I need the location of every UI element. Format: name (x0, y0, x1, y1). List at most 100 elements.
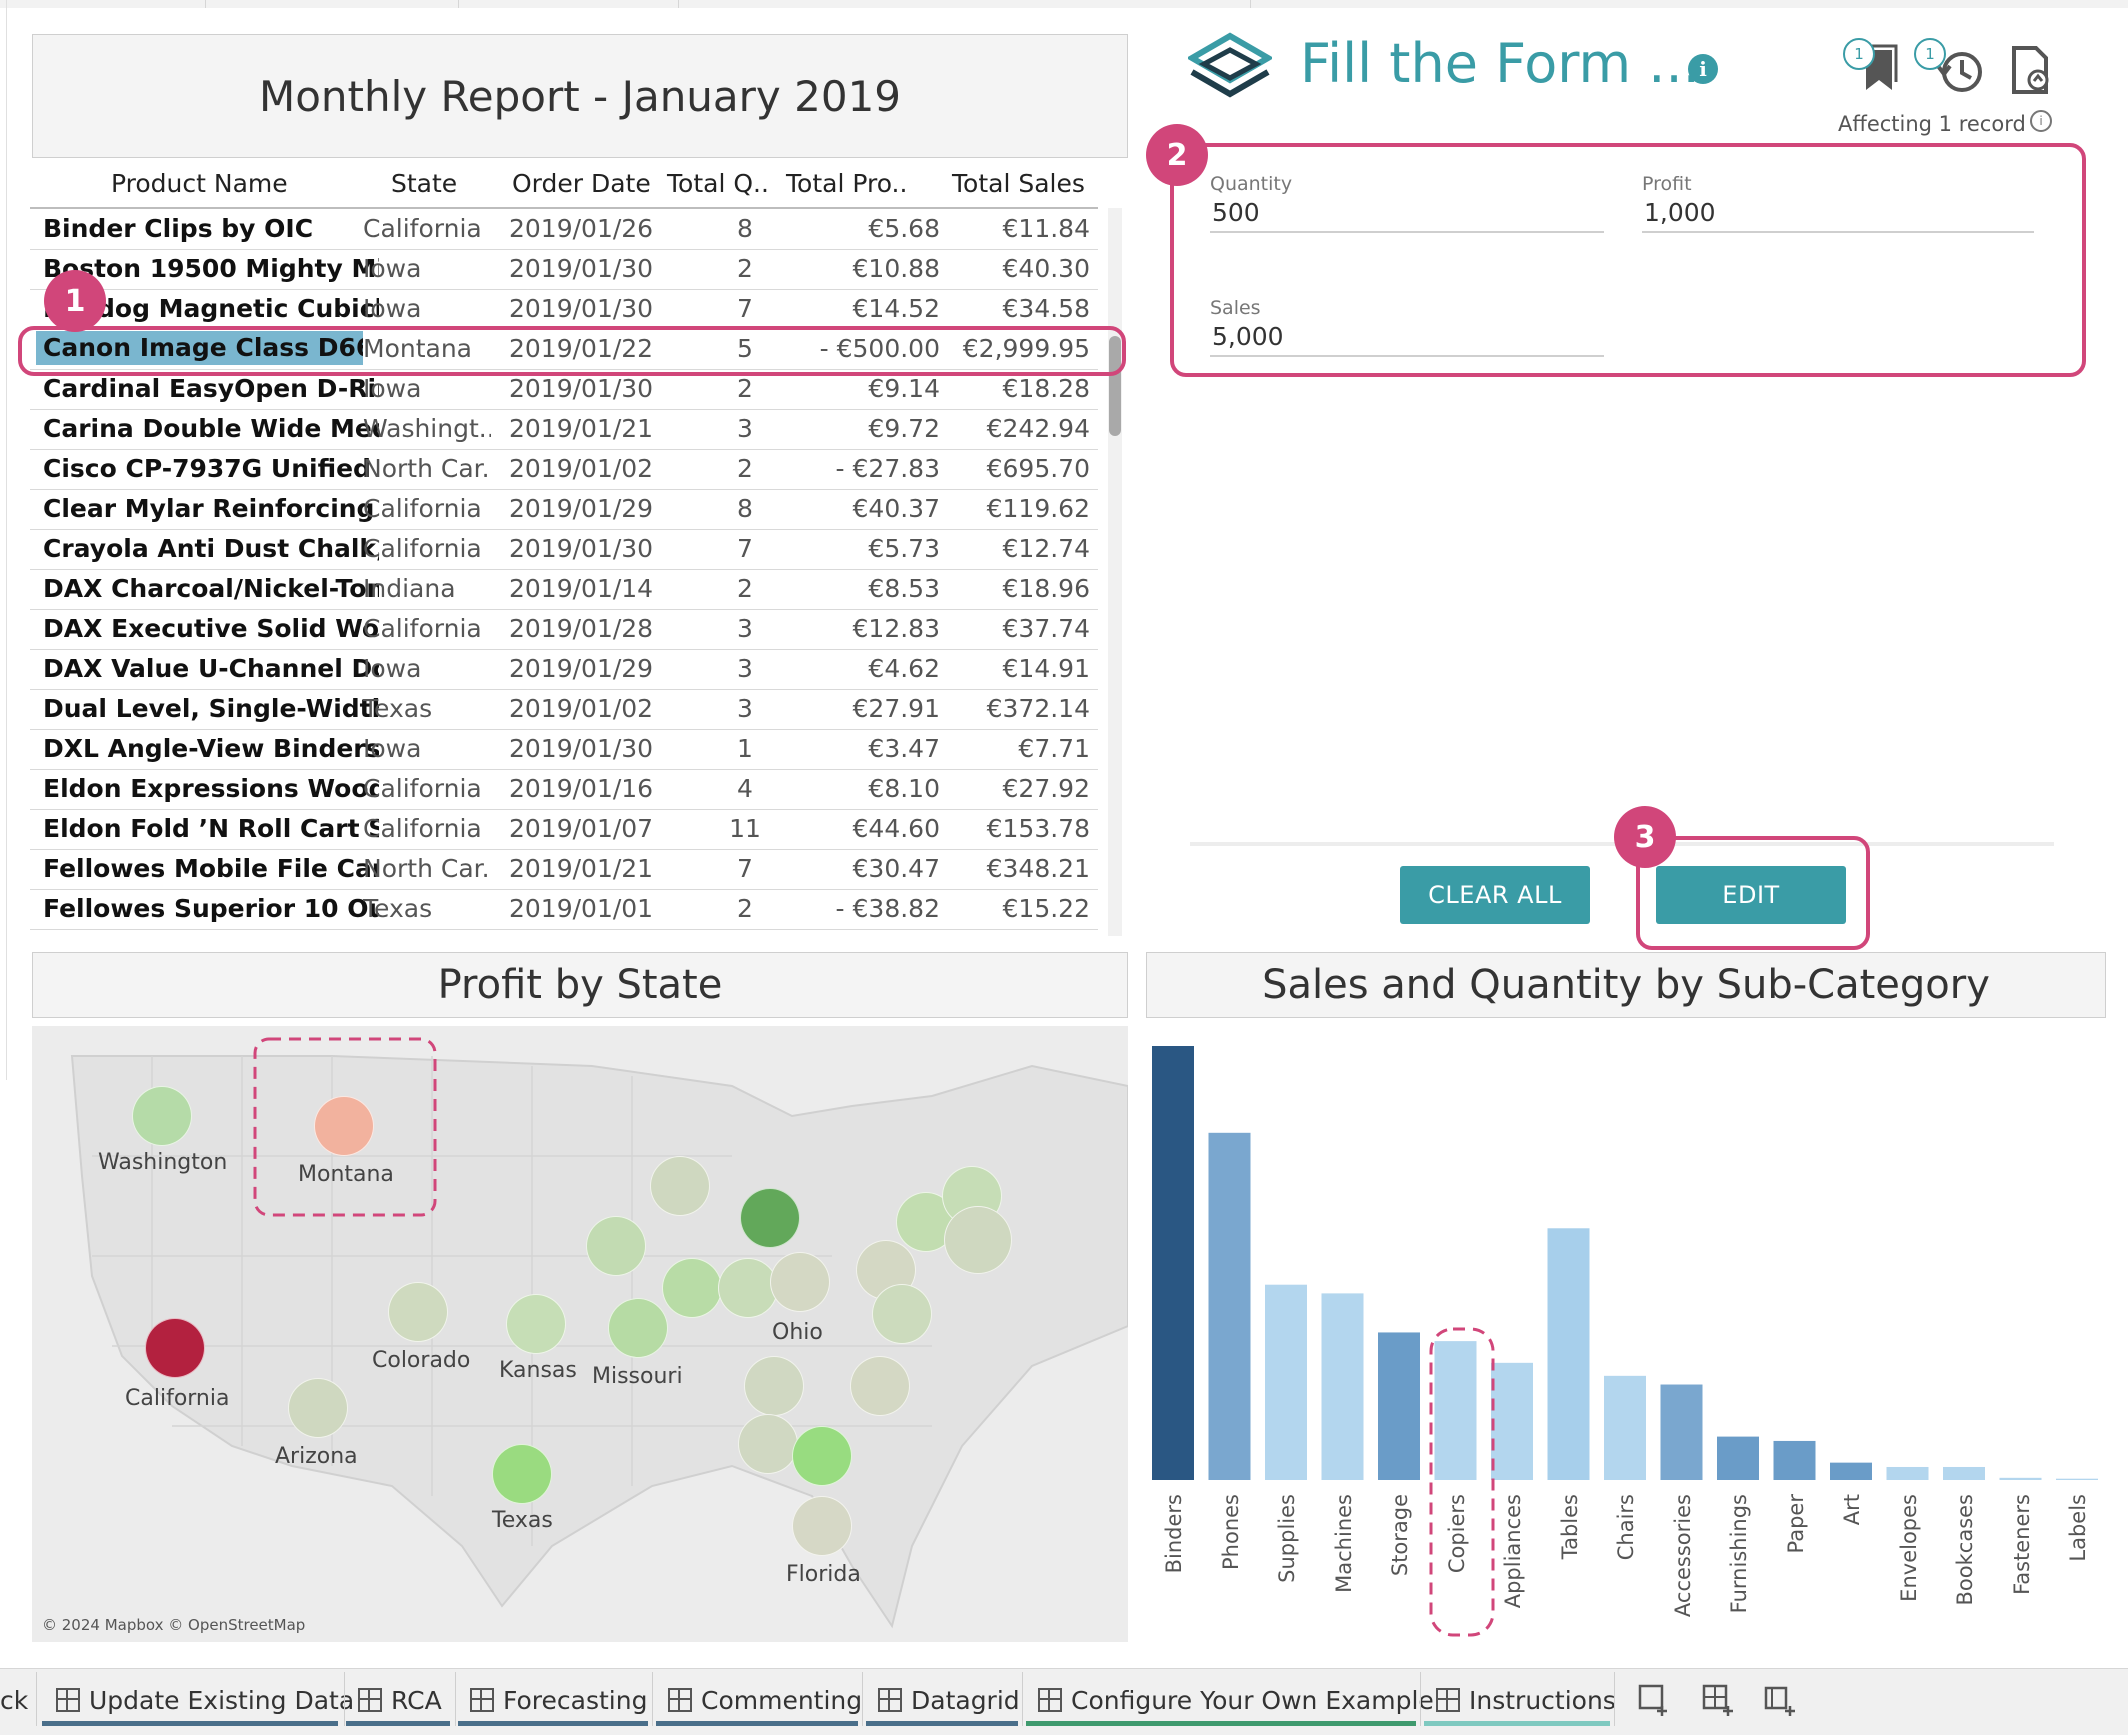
sales-cell: €27.92 (1002, 774, 1090, 803)
bubble-new-jersey[interactable] (944, 1206, 1012, 1274)
bubble-indiana[interactable] (718, 1258, 778, 1318)
product-name-cell: Carina Double Wide Medi.. (43, 414, 379, 443)
quantity-cell: 2 (737, 454, 753, 483)
sales-cell: €242.94 (986, 414, 1090, 443)
order-date-cell: 2019/01/14 (509, 574, 654, 603)
tab-underline-configure (1026, 1721, 1416, 1726)
state-cell: Iowa (363, 294, 422, 323)
tab-partial[interactable]: ck (0, 1670, 28, 1730)
table-row[interactable]: Clear Mylar Reinforcing S..California 201… (30, 489, 1098, 530)
grid-icon (470, 1688, 494, 1712)
table-row[interactable]: Crayola Anti Dust Chalk, 1..California 20… (30, 529, 1098, 570)
bubble-colorado[interactable] (388, 1282, 448, 1342)
profit-cell: €8.10 (868, 774, 940, 803)
profit-by-state-map[interactable]: Washington Montana California Colorado K… (32, 1026, 1128, 1642)
bubble-georgia[interactable] (792, 1426, 852, 1486)
clear-all-button[interactable]: CLEAR ALL (1400, 866, 1590, 924)
bubble-alabama[interactable] (738, 1414, 798, 1474)
table-row[interactable]: DAX Value U-Channel Doc..Iowa 2019/01/29 3… (30, 649, 1098, 690)
bubble-virginia[interactable] (872, 1284, 932, 1344)
profit-cell: €12.83 (852, 614, 940, 643)
col-order-date[interactable]: Order Date (512, 169, 651, 198)
bubble-tennessee[interactable] (744, 1356, 804, 1416)
quantity-cell: 3 (737, 414, 753, 443)
bubble-michigan[interactable] (740, 1188, 800, 1248)
bubble-ohio[interactable] (770, 1252, 830, 1312)
table-row[interactable]: DAX Executive Solid Wood..California 2019… (30, 609, 1098, 650)
export-doc-icon[interactable] (2006, 44, 2054, 96)
map-credit: © 2024 Mapbox © OpenStreetMap (42, 1616, 306, 1634)
table-row[interactable]: Boston 19500 Mighty Mit.. Iowa 2019/01/30 2… (30, 249, 1098, 290)
sales-cell: €12.74 (1002, 534, 1090, 563)
table-row[interactable]: Bulldog Magnetic Cubicle K..Iowa2019/01/… (30, 289, 1098, 330)
quantity-field[interactable]: 500 (1212, 198, 1260, 227)
table-row[interactable]: Binder Clips by OIC California 2019/01/26 8… (30, 209, 1098, 250)
bubble-missouri[interactable] (608, 1298, 668, 1358)
bubble-illinois[interactable] (662, 1258, 722, 1318)
state-cell: California (363, 494, 482, 523)
table-row[interactable]: DXL Angle-View Binders w..Iowa 2019/01/30… (30, 729, 1098, 770)
x-tick-label: Tables (1557, 1494, 1582, 1560)
col-total-profit[interactable]: Total Pro.. (786, 169, 907, 198)
bar-chart-title: Sales and Quantity by Sub-Category (1146, 952, 2106, 1018)
table-row[interactable]: Carina Double Wide Medi..Washingt.. 2019/… (30, 409, 1098, 450)
order-date-cell: 2019/01/21 (509, 414, 654, 443)
tab-underline-forecasting (458, 1721, 648, 1726)
col-product-name[interactable]: Product Name (111, 169, 288, 198)
table-row[interactable]: Dual Level, Single-Width F..Texas 2019/01… (30, 689, 1098, 730)
state-cell: Washingt.. (363, 414, 491, 443)
callout-badge-3: 3 (1614, 806, 1676, 868)
quantity-cell: 11 (729, 814, 761, 843)
table-scrollbar[interactable] (1108, 208, 1122, 936)
bubble-wisconsin[interactable] (650, 1156, 710, 1216)
map-title: Profit by State (32, 952, 1128, 1018)
order-date-cell: 2019/01/02 (509, 694, 654, 723)
info-icon[interactable]: i (1688, 54, 1718, 84)
profit-label: Profit (1642, 173, 1692, 195)
bubble-california[interactable] (145, 1318, 205, 1378)
bubble-arizona[interactable] (288, 1378, 348, 1438)
sales-cell: €34.58 (1002, 294, 1090, 323)
table-row[interactable]: Eldon Fold ’N Roll Cart Sys..California 2… (30, 809, 1098, 850)
bubble-texas[interactable] (492, 1444, 552, 1504)
table-row[interactable]: DAX Charcoal/Nickel-Tone..Indiana 2019/01… (30, 569, 1098, 610)
state-cell: California (363, 614, 482, 643)
quantity-label: Quantity (1210, 173, 1293, 195)
affecting-info-icon[interactable]: i (2030, 110, 2052, 132)
order-date-cell: 2019/01/30 (509, 734, 654, 763)
table-row[interactable]: Cisco CP-7937G Unified IP ..North Car.. 2… (30, 449, 1098, 490)
table-row[interactable]: Fellowes Superior 10 Outl..Texas 2019/01/… (30, 889, 1098, 930)
quantity-cell: 3 (737, 694, 753, 723)
bubble-north-carolina[interactable] (850, 1356, 910, 1416)
product-name-cell: Binder Clips by OIC (43, 214, 314, 243)
state-cell: Iowa (363, 374, 422, 403)
new-story-icon[interactable] (1764, 1684, 1798, 1718)
col-total-quantity[interactable]: Total Q.. (667, 169, 769, 198)
grid-icon (56, 1688, 80, 1712)
left-divider (6, 0, 7, 1080)
tab-underline-rca (346, 1721, 450, 1726)
profit-cell: €8.53 (868, 574, 940, 603)
col-state[interactable]: State (391, 169, 457, 198)
new-dashboard-icon[interactable] (1702, 1684, 1736, 1718)
sales-cell: €695.70 (986, 454, 1090, 483)
bubble-florida[interactable] (792, 1496, 852, 1556)
table-row[interactable]: Fellowes Mobile File Cart, ..North Car..… (30, 849, 1098, 890)
profit-cell: €5.68 (868, 214, 940, 243)
product-name-cell: Crayola Anti Dust Chalk, 1.. (43, 534, 379, 563)
profit-cell: €27.91 (852, 694, 940, 723)
sales-field[interactable]: 5,000 (1212, 322, 1284, 351)
order-date-cell: 2019/01/29 (509, 654, 654, 683)
state-cell: Texas (363, 894, 433, 923)
callout-badge-1: 1 (44, 270, 106, 332)
bubble-kansas[interactable] (506, 1294, 566, 1354)
bubble-iowa[interactable] (586, 1216, 646, 1276)
map-label-arizona: Arizona (275, 1444, 358, 1469)
table-row[interactable]: Eldon Expressions Wood a..California 2019… (30, 769, 1098, 810)
x-tick-label: Fasteners (2009, 1494, 2034, 1595)
new-worksheet-icon[interactable] (1638, 1684, 1672, 1718)
profit-cell: €40.37 (852, 494, 940, 523)
col-total-sales[interactable]: Total Sales (952, 169, 1085, 198)
profit-field[interactable]: 1,000 (1644, 198, 1716, 227)
bubble-washington[interactable] (132, 1086, 192, 1146)
